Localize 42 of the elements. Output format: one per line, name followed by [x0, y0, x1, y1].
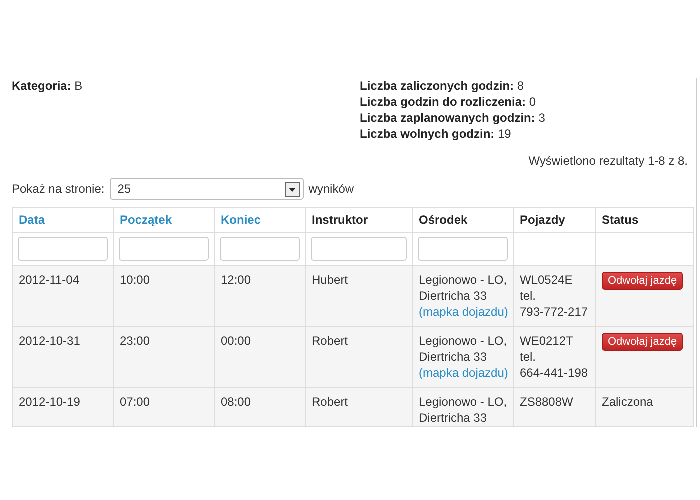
vehicle-info: ZS8808W — [520, 394, 574, 410]
center-address: Legionowo - LO, Diertricha 33 — [419, 333, 507, 365]
vehicle-info: WE0212T tel. 664-441-198 — [520, 333, 589, 381]
cancel-ride-button[interactable]: Odwołaj jazdę — [602, 272, 684, 290]
summary-text: Liczba godzin do rozliczenia: 0 — [360, 94, 538, 110]
table-cell: 2012-11-04 — [19, 273, 80, 287]
filter-field[interactable] — [119, 237, 209, 261]
column-header: Instruktor — [312, 213, 368, 227]
results-info: Wyświetlono rezultaty 1-8 z 8. — [528, 154, 688, 168]
table-cell: 23:00 — [120, 334, 150, 348]
filter-field[interactable] — [311, 237, 407, 261]
map-link[interactable]: (mapka dojazdu) — [419, 304, 507, 320]
table-cell: 10:00 — [120, 273, 150, 287]
center-address: Legionowo - LO, Diertricha 33 — [419, 272, 507, 304]
column-header[interactable]: Data — [19, 213, 46, 227]
center-address: Legionowo - LO, Diertricha 33 — [419, 394, 507, 426]
table-cell: 08:00 — [221, 395, 252, 409]
cancel-ride-button[interactable]: Odwołaj jazdę — [602, 333, 684, 351]
table-cell: Robert — [312, 334, 348, 348]
table-cell: 00:00 — [221, 334, 252, 348]
summary-text: Liczba wolnych godzin: 19 — [360, 126, 512, 142]
page-size-select[interactable]: 25 — [110, 178, 304, 200]
table-cell: 2012-10-19 — [19, 395, 80, 409]
summary-text: Liczba zaplanowanych godzin: 3 — [360, 110, 546, 126]
table-cell: 12:00 — [221, 273, 252, 287]
column-header: Ośrodek — [419, 213, 468, 227]
table-cell: 2012-10-31 — [19, 334, 80, 348]
filter-field[interactable] — [418, 237, 508, 261]
table-cell: Robert — [312, 395, 348, 409]
table-cell: 07:00 — [120, 395, 150, 409]
page-size-label: Pokaż na stronie: — [12, 182, 105, 196]
summary-text: Liczba zaliczonych godzin: 8 — [360, 78, 526, 94]
column-header: Pojazdy — [520, 213, 566, 227]
table-cell: Hubert — [312, 273, 348, 287]
filter-field[interactable] — [220, 237, 300, 261]
summary-text: Kategoria: B — [12, 78, 84, 94]
table-cell: Zaliczona — [602, 395, 654, 409]
filter-field[interactable] — [18, 237, 108, 261]
map-link[interactable]: (mapka dojazdu) — [419, 365, 507, 381]
column-header: Status — [602, 213, 639, 227]
vehicle-info: WL0524E tel. 793-772-217 — [520, 272, 589, 320]
page-size-suffix: wyników — [308, 182, 354, 196]
